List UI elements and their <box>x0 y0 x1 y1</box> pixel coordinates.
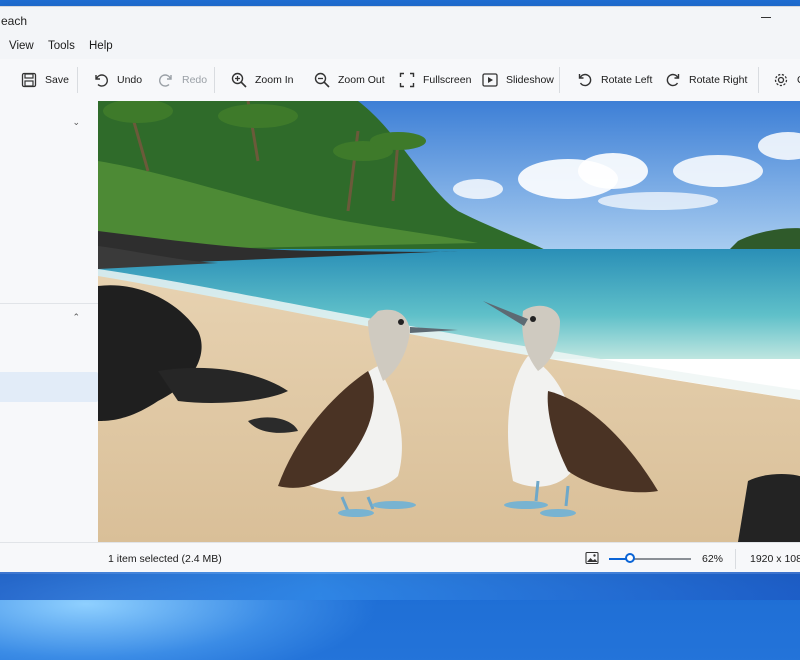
save-icon <box>21 72 37 88</box>
rotate-right-icon <box>666 73 680 87</box>
rotate-left-label: Rotate Left <box>601 74 653 86</box>
slideshow-button[interactable]: Slideshow <box>482 59 554 101</box>
menu-tools[interactable]: Tools <box>48 40 75 52</box>
taskbar <box>0 572 800 600</box>
rotate-left-button[interactable]: Rotate Left <box>577 59 652 101</box>
folder-sidebar: ⌄ h es ⌃ ches es s water <box>0 101 99 542</box>
rotate-left-icon <box>578 73 592 87</box>
title-bar: each <box>0 7 800 35</box>
redo-button[interactable]: Redo <box>158 59 207 101</box>
zoom-slider[interactable] <box>609 553 691 563</box>
save-label: Save <box>45 74 69 86</box>
undo-button[interactable]: Undo <box>93 59 142 101</box>
image-viewer-window: each View Tools Help Save Undo Redo Zoom… <box>0 6 800 574</box>
zoom-out-icon <box>314 72 330 88</box>
slideshow-icon <box>482 73 498 87</box>
fullscreen-label: Fullscreen <box>423 74 472 86</box>
redo-label: Redo <box>182 74 208 86</box>
zoom-in-label: Zoom In <box>255 74 294 86</box>
rotate-right-button[interactable]: Rotate Right <box>665 59 747 101</box>
fullscreen-icon <box>399 72 415 88</box>
redo-icon <box>159 74 172 87</box>
zoom-out-label: Zoom Out <box>338 74 385 86</box>
window-title: each <box>1 14 28 28</box>
zoom-out-button[interactable]: Zoom Out <box>314 59 385 101</box>
undo-icon <box>95 74 108 87</box>
zoom-slider-thumb[interactable] <box>624 553 635 563</box>
zoom-in-button[interactable]: Zoom In <box>231 59 294 101</box>
image-canvas[interactable] <box>98 101 800 542</box>
menu-bar: View Tools Help <box>0 35 800 59</box>
minimize-button[interactable] <box>761 17 771 18</box>
slideshow-label: Slideshow <box>506 74 554 86</box>
fullscreen-button[interactable]: Fullscreen <box>399 59 471 101</box>
sidebar-item-selected[interactable]: es <box>0 372 98 402</box>
status-bar: 1 item selected (2.4 MB) 62% 1920 x 1080 <box>0 542 800 574</box>
menu-view[interactable]: View <box>9 40 34 52</box>
undo-label: Undo <box>117 74 143 86</box>
image-icon <box>585 551 599 565</box>
save-button[interactable]: Save <box>21 59 69 101</box>
expand-chevron-icon[interactable]: ⌃ <box>72 312 80 323</box>
toolbar: Save Undo Redo Zoom In Zoom Out Fullscre… <box>0 59 800 102</box>
gear-icon <box>774 73 788 87</box>
options-button[interactable]: O <box>773 59 800 101</box>
beach-photo <box>98 101 800 542</box>
zoom-level: 62% <box>702 553 724 565</box>
zoom-in-icon <box>231 72 247 88</box>
rotate-right-label: Rotate Right <box>689 74 748 86</box>
menu-help[interactable]: Help <box>89 40 113 52</box>
collapse-chevron-icon[interactable]: ⌄ <box>72 117 80 128</box>
selection-status: 1 item selected (2.4 MB) <box>108 553 222 565</box>
image-dimensions: 1920 x 1080 <box>750 553 800 565</box>
